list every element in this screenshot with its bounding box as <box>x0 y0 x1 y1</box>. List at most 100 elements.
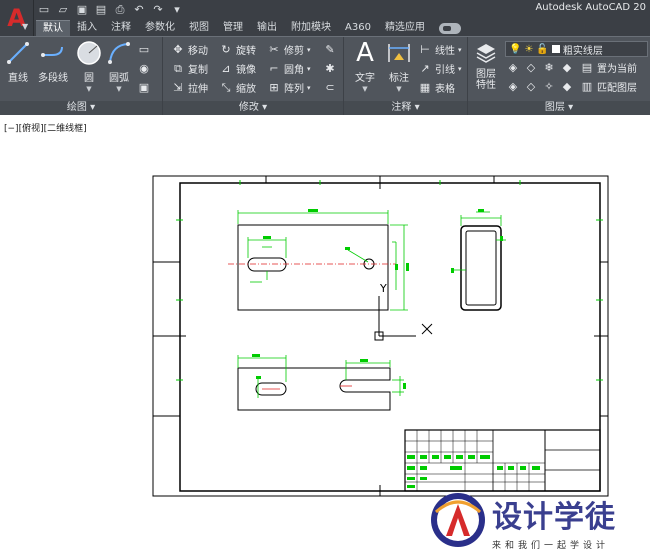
layer-off-icon[interactable]: ◈ <box>506 60 520 74</box>
chevron-down-icon: ▼ <box>116 85 122 93</box>
redo-icon[interactable]: ↷ <box>150 2 166 17</box>
table-icon: ▦ <box>419 81 431 94</box>
fillet-button[interactable]: ⌐ 圆角 ▾ <box>267 60 310 77</box>
layer-color-swatch <box>551 45 560 53</box>
arc-button[interactable]: 圆弧 ▼ <box>104 40 134 98</box>
ribbon: 直线 多段线 圆 ▼ 圆弧 ▼ ▭ ◉ ▣ 绘图 ▾ ✥ 移动 ↻ 旋转 ✂ 修… <box>0 36 650 115</box>
ucs-y-label: Y <box>379 282 387 295</box>
watermark: 设计学徒 来和我们一起学设计 <box>426 488 650 555</box>
part-plate-bottom[interactable] <box>237 354 406 411</box>
text-button[interactable]: A 文字 ▼ <box>350 38 380 98</box>
watermark-subtitle: 来和我们一起学设计 <box>492 541 610 551</box>
tab-view[interactable]: 视图 <box>182 20 216 36</box>
match-layer-icon: ▥ <box>581 80 593 93</box>
polyline-button[interactable]: 多段线 <box>36 40 70 98</box>
set-current-button[interactable]: ▤ 置为当前 <box>580 59 637 76</box>
layer-properties-button[interactable]: 图层 特性 <box>472 40 500 98</box>
layer-freeze-icon[interactable]: ❄ <box>542 60 556 74</box>
layer-stack-icon <box>473 40 499 66</box>
layer-unlock-icon[interactable]: ◆ <box>560 79 574 93</box>
mirror-icon: ⊿ <box>221 62 231 75</box>
array-button[interactable]: ⊞ 阵列 ▾ <box>267 79 310 96</box>
title-block-labels <box>407 455 540 488</box>
leader-button[interactable]: ↗ 引线 ▾ <box>418 60 461 77</box>
line-button[interactable]: 直线 <box>3 40 33 98</box>
layer-on-icon[interactable]: ◈ <box>506 79 520 93</box>
application-menu-button[interactable]: A ▼ <box>0 0 34 36</box>
circle-button[interactable]: 圆 ▼ <box>74 40 104 98</box>
linear-dimension-button[interactable]: ⊢ 线性 ▾ <box>418 41 461 58</box>
panel-title-draw[interactable]: 绘图 ▾ <box>0 101 162 115</box>
tab-parametric[interactable]: 参数化 <box>138 20 182 36</box>
layer-unisolate-icon[interactable]: ◇ <box>524 79 538 93</box>
boundary-icon[interactable]: ▣ <box>137 80 151 94</box>
tab-featured-apps[interactable]: 精选应用 <box>378 20 432 36</box>
match-layer-button[interactable]: ▥ 匹配图层 <box>580 78 637 95</box>
layer-thaw-icon[interactable]: ✧ <box>542 79 556 93</box>
copy-button[interactable]: ⧉ 复制 <box>171 60 208 77</box>
rectangle-icon[interactable]: ▭ <box>137 42 151 56</box>
lightbulb-icon: 💡 <box>509 43 522 55</box>
open-file-icon[interactable]: ▱ <box>55 2 71 17</box>
current-layer-dropdown[interactable]: 💡 ☀ 🔓 粗实线层 <box>505 41 648 57</box>
tab-annotate[interactable]: 注释 <box>104 20 138 36</box>
tab-insert[interactable]: 插入 <box>70 20 104 36</box>
watermark-logo-icon <box>431 493 485 547</box>
erase-icon[interactable]: ✎ <box>323 42 337 56</box>
set-current-icon: ▤ <box>581 61 593 74</box>
trim-icon: ✂ <box>269 43 279 56</box>
scale-icon: ⤡ <box>221 80 231 94</box>
ribbon-toggle-button[interactable] <box>432 20 468 36</box>
sun-icon: ☀ <box>524 43 534 55</box>
explode-icon[interactable]: ✱ <box>323 61 337 75</box>
toggle-icon <box>438 22 461 34</box>
part-channel-section[interactable] <box>451 209 506 311</box>
leader-icon: ↗ <box>420 62 430 75</box>
undo-icon[interactable]: ↶ <box>131 2 147 17</box>
panel-annotation: A 文字 ▼ 标注 ▼ ⊢ 线性 ▾ ↗ 引线 ▾ ▦ 表格 注释 ▾ <box>344 37 468 115</box>
polyline-icon <box>40 40 66 66</box>
print-icon[interactable]: ⎙ <box>112 2 128 17</box>
move-button[interactable]: ✥ 移动 <box>171 41 208 58</box>
layer-isolate-icon[interactable]: ◇ <box>524 60 538 74</box>
table-button[interactable]: ▦ 表格 <box>418 79 455 96</box>
tab-manage[interactable]: 管理 <box>216 20 250 36</box>
rotate-icon: ↻ <box>221 43 231 56</box>
tab-default[interactable]: 默认 <box>36 20 70 36</box>
layer-lock-icon[interactable]: ◆ <box>560 60 574 74</box>
panel-modify: ✥ 移动 ↻ 旋转 ✂ 修剪 ▾ ✎ ⧉ 复制 ⊿ 镜像 ⌐ 圆角 ▾ ✱ ⇲ 拉伸 ⤡ 缩放 ⊞ 阵… <box>163 37 344 115</box>
dimension-button[interactable]: 标注 ▼ <box>384 40 414 98</box>
stretch-icon: ⇲ <box>173 81 183 94</box>
chevron-down-icon: ▼ <box>396 85 402 93</box>
line-icon <box>5 40 31 66</box>
ribbon-tabs: 默认 插入 注释 参数化 视图 管理 输出 附加模块 A360 精选应用 <box>36 19 468 36</box>
dimension-icon <box>386 40 412 66</box>
qat-dropdown-icon[interactable]: ▾ <box>169 2 185 17</box>
panel-title-modify[interactable]: 修改 ▾ <box>163 101 343 115</box>
chevron-down-icon: ▼ <box>362 85 368 93</box>
save-icon[interactable]: ▣ <box>74 2 90 17</box>
move-icon: ✥ <box>173 43 183 56</box>
mirror-button[interactable]: ⊿ 镜像 <box>219 60 256 77</box>
scale-button[interactable]: ⤡ 缩放 <box>219 79 256 96</box>
save-as-icon[interactable]: ▤ <box>93 2 109 17</box>
tab-addins[interactable]: 附加模块 <box>284 20 338 36</box>
quick-access-toolbar: ▭ ▱ ▣ ▤ ⎙ ↶ ↷ ▾ <box>36 1 185 18</box>
copy-icon: ⧉ <box>174 61 182 75</box>
panel-layers: 图层 特性 💡 ☀ 🔓 粗实线层 ◈ ◇ ❄ ◆ ▤ 置为当前 ◈ ◇ ✧ ◆ ▥ 匹… <box>468 37 650 115</box>
chevron-down-icon: ▼ <box>86 85 92 93</box>
tab-a360[interactable]: A360 <box>338 20 378 36</box>
new-file-icon[interactable]: ▭ <box>36 2 52 17</box>
hatch-icon[interactable]: ◉ <box>137 61 151 75</box>
tab-output[interactable]: 输出 <box>250 20 284 36</box>
stretch-button[interactable]: ⇲ 拉伸 <box>171 79 208 96</box>
offset-icon[interactable]: ⊂ <box>323 80 337 94</box>
panel-title-annotation[interactable]: 注释 ▾ <box>344 101 467 115</box>
frame-ticks <box>176 180 603 381</box>
rotate-button[interactable]: ↻ 旋转 <box>219 41 256 58</box>
viewport-controls[interactable]: [−][俯视][二维线框] <box>4 121 87 134</box>
trim-button[interactable]: ✂ 修剪 ▾ <box>267 41 310 58</box>
panel-title-layers[interactable]: 图层 ▾ <box>468 101 650 115</box>
circle-icon <box>76 40 102 66</box>
ucs-icon <box>374 296 433 341</box>
